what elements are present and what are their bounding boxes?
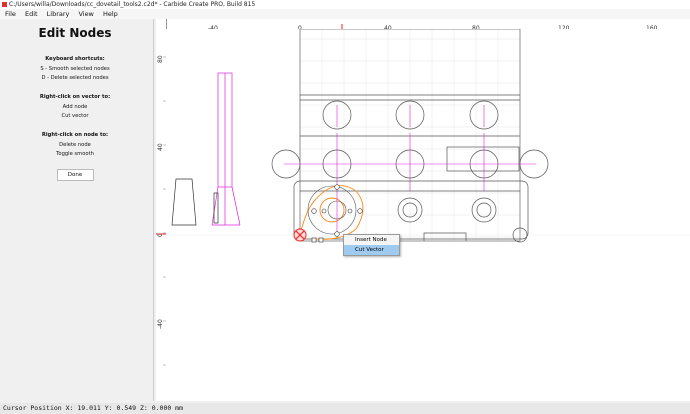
shortcuts-heading: Keyboard shortcuts:	[45, 56, 105, 62]
menu-help[interactable]: Help	[103, 10, 118, 18]
design-canvas-svg[interactable]	[166, 28, 690, 401]
node-delete: Delete node	[59, 141, 91, 148]
panel-divider[interactable]	[153, 19, 154, 401]
node-toggle-smooth: Toggle smooth	[56, 151, 94, 157]
vector-heading: Right-click on vector to:	[39, 94, 111, 100]
context-menu: Insert Node Cut Vector	[343, 234, 400, 256]
context-menu-insert-node[interactable]: Insert Node	[344, 235, 399, 245]
origin-marker-icon	[293, 228, 307, 242]
shortcut-delete: D - Delete selected nodes	[41, 75, 109, 81]
vector-cut: Cut vector	[61, 113, 89, 119]
selected-vector[interactable]	[299, 185, 364, 240]
menu-edit[interactable]: Edit	[25, 10, 38, 18]
menu-library[interactable]: Library	[47, 10, 70, 18]
node-heading: Right-click on node to:	[41, 132, 109, 138]
lower-block-vectors[interactable]	[293, 180, 529, 243]
window-title: C:/Users/willa/Downloads/cc_dovetail_too…	[9, 1, 256, 8]
status-bar: Cursor Position X: 19.011 Y: 0.549 Z: 0.…	[0, 403, 690, 414]
edit-nodes-panel: Edit Nodes Keyboard shortcuts: S - Smoot…	[0, 19, 150, 401]
v-tick-label: -40	[157, 319, 164, 329]
tool-profile-vectors[interactable]	[171, 178, 219, 226]
dovetail-tool-vectors[interactable]	[211, 72, 241, 226]
context-menu-cut-vector[interactable]: Cut Vector	[344, 245, 399, 255]
design-canvas[interactable]	[166, 28, 690, 401]
cursor-position-readout: Cursor Position X: 19.011 Y: 0.549 Z: 0.…	[3, 404, 184, 412]
v-tick-label: 80	[157, 55, 164, 63]
done-button[interactable]: Done	[56, 169, 94, 181]
menu-view[interactable]: View	[78, 10, 93, 18]
menu-bar: File Edit Library View Help	[0, 9, 690, 19]
menu-file[interactable]: File	[5, 10, 16, 18]
title-bar: C:/Users/willa/Downloads/cc_dovetail_too…	[0, 0, 690, 9]
app-icon	[2, 2, 7, 7]
vertical-ruler-svg: 80 40 0 -40	[156, 55, 166, 366]
panel-title: Edit Nodes	[38, 26, 112, 40]
v-tick-label: 40	[157, 143, 164, 151]
shortcut-smooth: S - Smooth selected nodes	[40, 65, 110, 72]
v-tick-label: 0	[157, 233, 164, 237]
vector-add-node: Add node	[62, 103, 88, 110]
